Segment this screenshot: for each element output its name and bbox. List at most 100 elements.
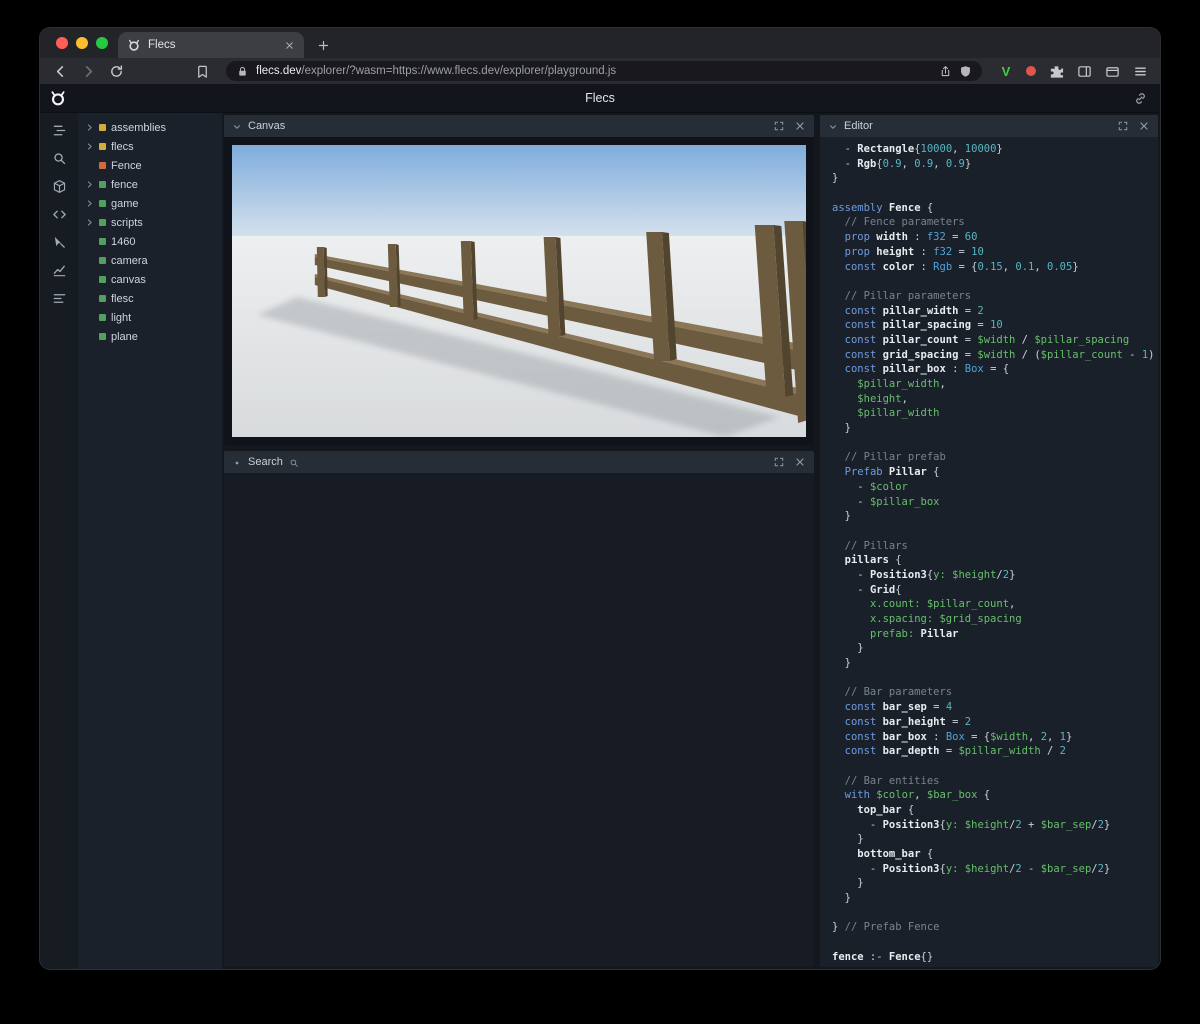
address-bar[interactable]: flecs.dev/explorer/?wasm=https://www.fle…	[226, 61, 982, 81]
entity-label: camera	[111, 254, 148, 267]
code-line: const bar_height = 2	[844, 715, 972, 728]
entity-color-badge	[99, 162, 106, 169]
new-tab-button[interactable]	[312, 34, 334, 56]
search-icon[interactable]	[289, 457, 299, 467]
code-line: // Bar parameters	[832, 686, 953, 699]
v-extension-badge[interactable]: V	[998, 64, 1014, 79]
tree-item-fence[interactable]: fence	[78, 175, 222, 194]
close-search-icon[interactable]	[794, 456, 806, 468]
tree-item-game[interactable]: game	[78, 194, 222, 213]
tree-expand-icon[interactable]	[85, 180, 94, 189]
main-area: Canvas Search Editor - Rectangle{10000, …	[222, 113, 1160, 969]
code-line: }	[832, 422, 851, 435]
entity-color-badge	[99, 219, 106, 226]
code-line: }	[832, 657, 851, 670]
code-line: Prefab Pillar {	[844, 466, 940, 479]
entity-color-badge	[99, 276, 106, 283]
entities-icon[interactable]	[48, 178, 70, 195]
tree-expand-icon[interactable]	[85, 123, 94, 132]
share-icon[interactable]	[939, 65, 952, 78]
entity-label: scripts	[111, 216, 143, 229]
tree-item-Fence[interactable]: Fence	[78, 156, 222, 175]
tree-item-camera[interactable]: camera	[78, 251, 222, 270]
search-panel-title: Search	[248, 456, 283, 468]
tree-arrow-spacer	[85, 313, 94, 322]
outliner-icon[interactable]	[48, 122, 70, 139]
entity-label: canvas	[111, 273, 146, 286]
canvas-3d-viewport[interactable]	[224, 137, 814, 445]
code-icon[interactable]	[48, 206, 70, 223]
code-line: // Fence parameters	[832, 216, 965, 229]
entity-label: plane	[111, 330, 138, 343]
browser-tab[interactable]: Flecs	[118, 32, 304, 58]
bookmark-icon[interactable]	[194, 63, 210, 79]
code-editor[interactable]: - Rectangle{10000, 10000} - Rgb{0.9, 0.9…	[820, 137, 1158, 967]
maximize-search-icon[interactable]	[773, 456, 785, 468]
collapse-canvas-icon[interactable]	[232, 121, 242, 131]
editor-panel-header: Editor	[820, 115, 1158, 137]
sidebar-toggle-icon[interactable]	[1076, 63, 1092, 79]
maximize-editor-icon[interactable]	[1117, 120, 1129, 132]
code-line: }	[832, 892, 851, 905]
code-line: // Pillar prefab	[832, 451, 946, 464]
reload-button[interactable]	[108, 63, 124, 79]
fence-3d-scene	[232, 145, 806, 437]
inspect-icon[interactable]	[48, 234, 70, 251]
tab-close-icon[interactable]	[284, 40, 295, 51]
code-line: x.count: $pillar_count,	[869, 598, 1016, 611]
collapse-editor-icon[interactable]	[828, 121, 838, 131]
zoom-window-button[interactable]	[96, 37, 108, 49]
tree-arrow-spacer	[85, 161, 94, 170]
tree-item-assemblies[interactable]: assemblies	[78, 118, 222, 137]
code-line: fence :- Fence{}	[832, 950, 934, 963]
tree-arrow-spacer	[85, 237, 94, 246]
code-content: - Rectangle{10000, 10000} - Rgb{0.9, 0.9…	[832, 142, 1158, 965]
code-line: const pillar_spacing = 10	[844, 319, 1003, 332]
tree-item-plane[interactable]: plane	[78, 327, 222, 346]
tree-item-flesc[interactable]: flesc	[78, 289, 222, 308]
entity-color-badge	[99, 200, 106, 207]
code-line: top_bar {	[857, 803, 915, 816]
code-line: - Rectangle{10000, 10000}	[832, 143, 1003, 155]
code-line: prop height : f32 = 10	[844, 245, 984, 258]
wallet-icon[interactable]	[1104, 63, 1120, 79]
maximize-canvas-icon[interactable]	[773, 120, 785, 132]
browser-menu-icon[interactable]	[1132, 63, 1148, 79]
close-window-button[interactable]	[56, 37, 68, 49]
editor-panel-title: Editor	[844, 120, 873, 132]
record-extension-badge[interactable]	[1026, 66, 1036, 76]
tree-expand-icon[interactable]	[85, 142, 94, 151]
tree-item-canvas[interactable]: canvas	[78, 270, 222, 289]
tree-expand-icon[interactable]	[85, 199, 94, 208]
stats-icon[interactable]	[48, 262, 70, 279]
lock-icon	[236, 65, 249, 78]
url-text: flecs.dev/explorer/?wasm=https://www.fle…	[256, 65, 932, 77]
share-link-icon[interactable]	[1133, 91, 1148, 106]
queries-icon[interactable]	[48, 290, 70, 307]
close-editor-icon[interactable]	[1138, 120, 1150, 132]
code-line: const bar_box : Box = {$width, 2, 1}	[844, 730, 1073, 743]
tree-item-flecs[interactable]: flecs	[78, 137, 222, 156]
back-button[interactable]	[52, 63, 68, 79]
search-icon[interactable]	[48, 150, 70, 167]
tree-item-light[interactable]: light	[78, 308, 222, 327]
brave-shield-icon[interactable]	[959, 65, 972, 78]
code-line: const grid_spacing = $width / ($pillar_c…	[844, 348, 1155, 361]
tab-favicon-icon	[127, 38, 141, 52]
tree-item-scripts[interactable]: scripts	[78, 213, 222, 232]
entity-color-badge	[99, 143, 106, 150]
extensions-puzzle-icon[interactable]	[1048, 63, 1064, 79]
code-line: }	[832, 833, 864, 846]
url-domain: flecs.dev	[256, 65, 302, 77]
minimize-window-button[interactable]	[76, 37, 88, 49]
tree-expand-icon[interactable]	[85, 218, 94, 227]
code-line: }	[832, 642, 864, 655]
code-line: - Grid{	[832, 583, 902, 596]
tree-item-1460[interactable]: 1460	[78, 232, 222, 251]
close-canvas-icon[interactable]	[794, 120, 806, 132]
forward-button[interactable]	[80, 63, 96, 79]
